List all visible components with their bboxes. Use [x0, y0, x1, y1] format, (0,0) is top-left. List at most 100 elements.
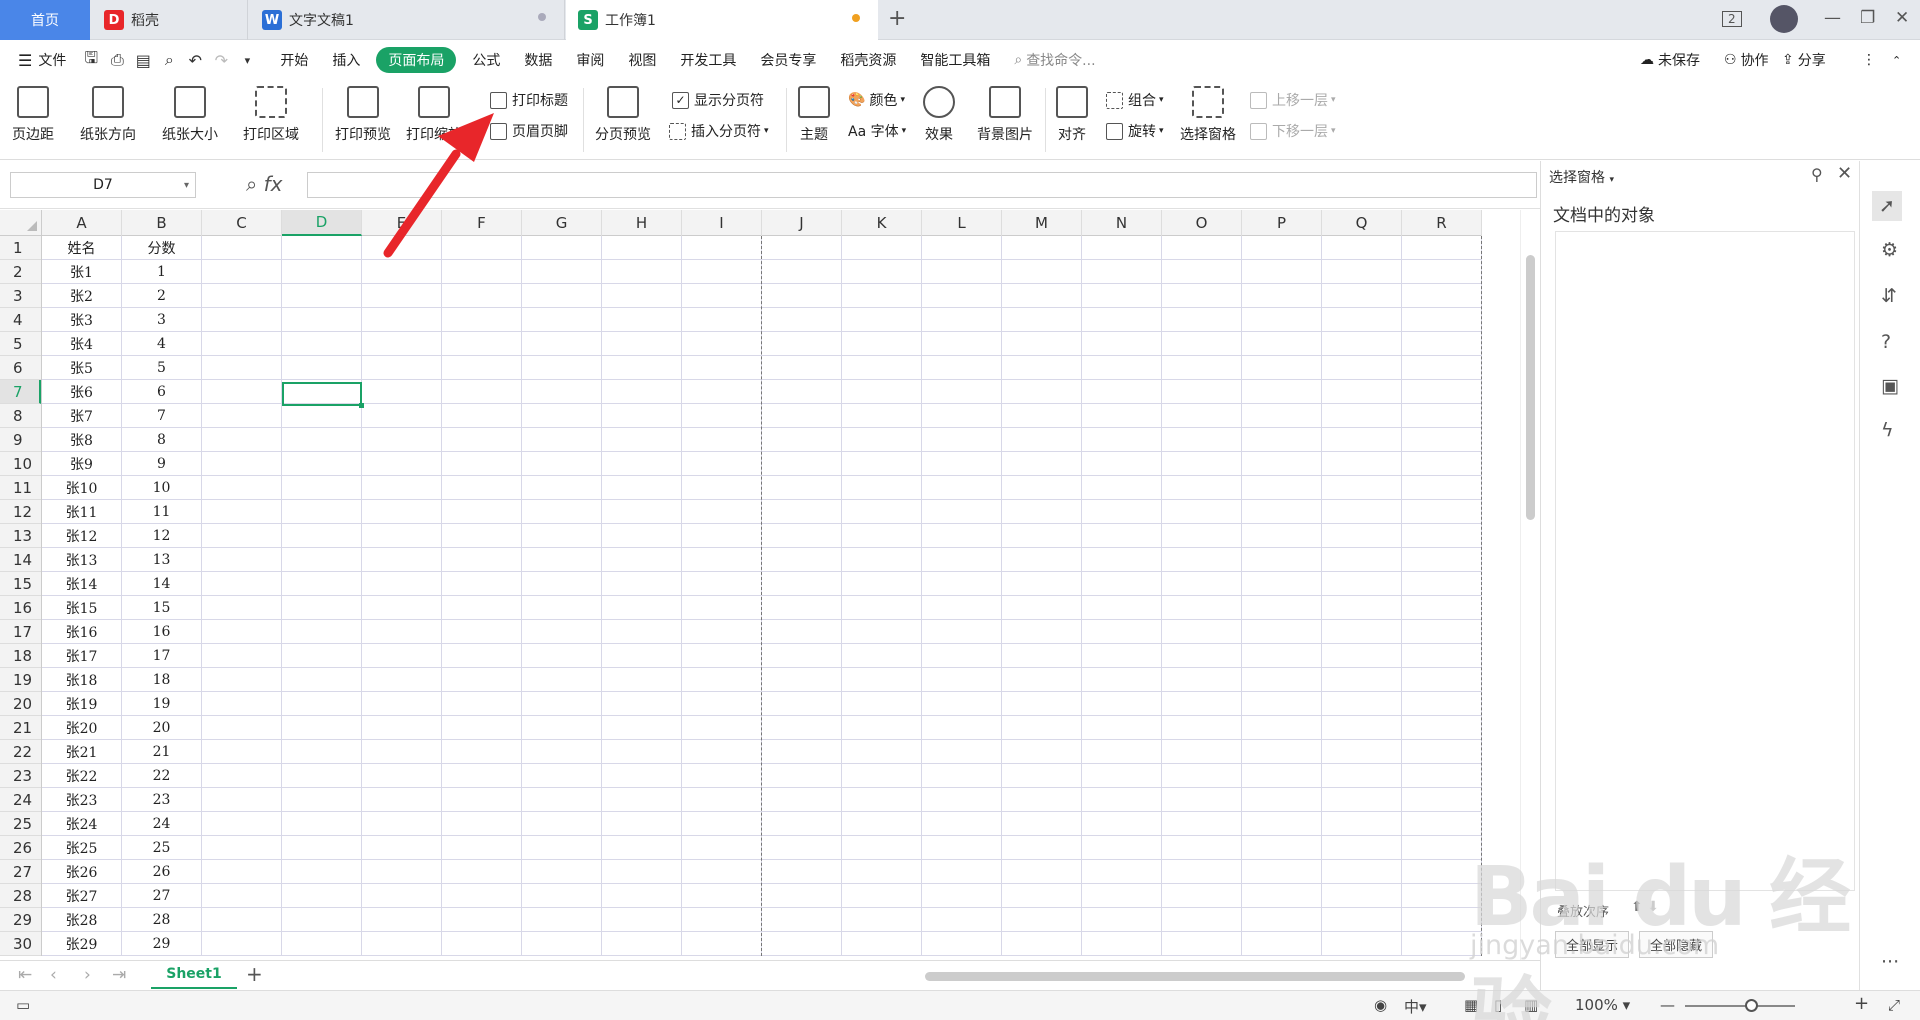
- cell[interactable]: 张12: [42, 524, 122, 548]
- cell[interactable]: [522, 404, 602, 428]
- menu-tab-5[interactable]: 审阅: [564, 47, 616, 73]
- cell[interactable]: 张23: [42, 788, 122, 812]
- cell[interactable]: [282, 932, 362, 956]
- cell[interactable]: [442, 284, 522, 308]
- cell[interactable]: [1322, 788, 1402, 812]
- cell[interactable]: [442, 236, 522, 260]
- cell[interactable]: [1402, 428, 1482, 452]
- menu-tab-9[interactable]: 稻壳资源: [828, 47, 908, 73]
- cell[interactable]: [1162, 668, 1242, 692]
- cell[interactable]: [442, 692, 522, 716]
- search-command[interactable]: ⌕ 查找命令...: [1002, 47, 1107, 73]
- cell[interactable]: [762, 332, 842, 356]
- cell[interactable]: [1242, 500, 1322, 524]
- cell[interactable]: [282, 524, 362, 548]
- cell[interactable]: [682, 812, 762, 836]
- cell-area[interactable]: 姓名 分数 张1 1 张2 2 张3 3 张4 4 张5 5 张6 6 张7 7 张8 8 张9 9 张10 10 张11 1…: [42, 236, 1482, 956]
- cell[interactable]: [1002, 596, 1082, 620]
- cell[interactable]: [1322, 236, 1402, 260]
- cell[interactable]: [282, 260, 362, 284]
- cell[interactable]: [1322, 932, 1402, 956]
- cell[interactable]: [1002, 932, 1082, 956]
- cell[interactable]: 张26: [42, 860, 122, 884]
- row-header[interactable]: 28: [0, 884, 41, 908]
- cell[interactable]: [1082, 404, 1162, 428]
- cell[interactable]: [522, 572, 602, 596]
- cell[interactable]: [442, 476, 522, 500]
- cell[interactable]: [602, 908, 682, 932]
- cell[interactable]: [682, 308, 762, 332]
- cell[interactable]: [442, 524, 522, 548]
- cell[interactable]: 张5: [42, 356, 122, 380]
- cell[interactable]: 1: [122, 260, 202, 284]
- cell[interactable]: [1002, 260, 1082, 284]
- cell[interactable]: [1322, 332, 1402, 356]
- cell[interactable]: [682, 428, 762, 452]
- next-sheet-icon[interactable]: ›: [84, 965, 91, 985]
- cell[interactable]: [282, 308, 362, 332]
- cell[interactable]: [1162, 908, 1242, 932]
- row-header[interactable]: 24: [0, 788, 41, 812]
- cell[interactable]: [842, 356, 922, 380]
- cell[interactable]: 19: [122, 692, 202, 716]
- cell[interactable]: [602, 260, 682, 284]
- cell[interactable]: [1322, 644, 1402, 668]
- sheet-tab-sheet1[interactable]: Sheet1: [151, 961, 237, 989]
- print-preview-icon[interactable]: ⌕: [156, 47, 182, 73]
- cell[interactable]: [1002, 476, 1082, 500]
- cell[interactable]: [1162, 692, 1242, 716]
- cell[interactable]: [922, 236, 1002, 260]
- cell[interactable]: [1162, 572, 1242, 596]
- row-header[interactable]: 8: [0, 404, 41, 428]
- cell[interactable]: [1162, 476, 1242, 500]
- cell[interactable]: [922, 620, 1002, 644]
- selection-pane-title[interactable]: 选择窗格 ▾: [1549, 167, 1614, 187]
- cell[interactable]: [1402, 668, 1482, 692]
- cell[interactable]: [1082, 308, 1162, 332]
- select-cursor-icon[interactable]: ➚: [1872, 191, 1902, 221]
- cell[interactable]: [442, 404, 522, 428]
- horizontal-scrollbar[interactable]: [925, 972, 1465, 981]
- cell[interactable]: [762, 692, 842, 716]
- cell[interactable]: [362, 812, 442, 836]
- cell[interactable]: [1322, 476, 1402, 500]
- cell[interactable]: [1322, 668, 1402, 692]
- cell[interactable]: [762, 500, 842, 524]
- cell[interactable]: 张14: [42, 572, 122, 596]
- cell[interactable]: [1322, 524, 1402, 548]
- cell[interactable]: [1082, 260, 1162, 284]
- column-header[interactable]: J: [762, 210, 842, 236]
- cell[interactable]: [1402, 476, 1482, 500]
- cell[interactable]: [682, 548, 762, 572]
- row-header[interactable]: 27: [0, 860, 41, 884]
- cell[interactable]: [602, 884, 682, 908]
- cell[interactable]: [442, 548, 522, 572]
- cell[interactable]: [922, 932, 1002, 956]
- cell[interactable]: [1082, 428, 1162, 452]
- send-backward-button[interactable]: 下移一层 ▾: [1250, 121, 1336, 141]
- cell[interactable]: [762, 356, 842, 380]
- cell[interactable]: [602, 284, 682, 308]
- cell[interactable]: [922, 404, 1002, 428]
- menu-tab-10[interactable]: 智能工具箱: [908, 47, 1002, 73]
- cell[interactable]: [602, 692, 682, 716]
- cell[interactable]: [1082, 620, 1162, 644]
- objects-list[interactable]: [1555, 231, 1855, 891]
- cell[interactable]: [842, 620, 922, 644]
- cell[interactable]: [282, 908, 362, 932]
- cell[interactable]: [842, 764, 922, 788]
- cell[interactable]: 29: [122, 932, 202, 956]
- cell[interactable]: [282, 716, 362, 740]
- cell[interactable]: 姓名: [42, 236, 122, 260]
- cell[interactable]: [442, 452, 522, 476]
- cell[interactable]: [842, 932, 922, 956]
- cell[interactable]: 张4: [42, 332, 122, 356]
- cell[interactable]: [682, 500, 762, 524]
- cell[interactable]: [202, 692, 282, 716]
- cell[interactable]: [1242, 404, 1322, 428]
- cell[interactable]: [762, 884, 842, 908]
- row-header[interactable]: 6: [0, 356, 41, 380]
- cell[interactable]: [1082, 356, 1162, 380]
- cell[interactable]: [602, 740, 682, 764]
- cell[interactable]: [202, 740, 282, 764]
